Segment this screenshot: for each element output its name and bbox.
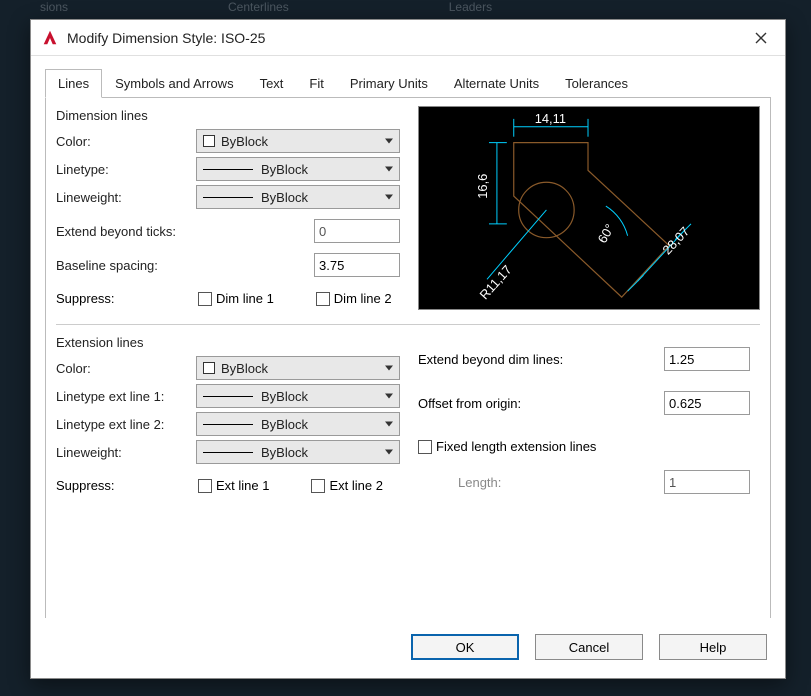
- offset-origin-label: Offset from origin:: [418, 386, 654, 411]
- cancel-button[interactable]: Cancel: [535, 634, 643, 660]
- dim-linetype-dropdown[interactable]: ByBlock: [196, 157, 400, 181]
- fixed-length-checkbox[interactable]: Fixed length extension lines: [418, 439, 760, 454]
- dim-lineweight-dropdown[interactable]: ByBlock: [196, 185, 400, 209]
- baseline-spacing-spinner[interactable]: ▲▼: [314, 253, 400, 277]
- chevron-down-icon: [385, 450, 393, 455]
- help-button[interactable]: Help: [659, 634, 767, 660]
- dialog-button-row: OK Cancel Help: [31, 618, 785, 678]
- chevron-down-icon: [385, 195, 393, 200]
- close-button[interactable]: [747, 24, 775, 52]
- tab-symbols-arrows[interactable]: Symbols and Arrows: [102, 69, 247, 98]
- window-title: Modify Dimension Style: ISO-25: [67, 30, 747, 46]
- extension-lines-legend: Extension lines: [56, 335, 400, 350]
- tab-tolerances[interactable]: Tolerances: [552, 69, 641, 98]
- tab-text[interactable]: Text: [247, 69, 297, 98]
- linetype-label: Linetype:: [56, 162, 196, 177]
- extend-beyond-label: Extend beyond dim lines:: [418, 352, 654, 367]
- length-spinner: ▲▼: [664, 470, 750, 494]
- length-input: [665, 471, 785, 493]
- lineweight-preview-icon: [203, 452, 253, 453]
- chevron-down-icon: [385, 139, 393, 144]
- extend-beyond-input[interactable]: [665, 348, 785, 370]
- checkbox-icon: [311, 479, 325, 493]
- color-swatch-icon: [203, 362, 215, 374]
- preview-dim-diag: 28,07: [659, 224, 692, 258]
- suppress-label: Suppress:: [56, 291, 156, 306]
- tab-alternate-units[interactable]: Alternate Units: [441, 69, 552, 98]
- ext-color-dropdown[interactable]: ByBlock: [196, 356, 400, 380]
- linetype-preview-icon: [203, 396, 253, 397]
- tab-fit[interactable]: Fit: [296, 69, 336, 98]
- tab-panel-lines: Dimension lines Color: ByBlock Linetype:: [45, 98, 771, 618]
- preview-dim-left: 16,6: [475, 174, 490, 199]
- preview-dim-top: 14,11: [535, 111, 566, 126]
- checkbox-icon: [418, 440, 432, 454]
- suppress-dimline2-checkbox[interactable]: Dim line 2: [316, 291, 392, 306]
- ext-ltype1-dropdown[interactable]: ByBlock: [196, 384, 400, 408]
- lineweight-preview-icon: [203, 197, 253, 198]
- preview-dim-angle: 60°: [595, 221, 618, 245]
- linetype-preview-icon: [203, 169, 253, 170]
- checkbox-icon: [198, 292, 212, 306]
- ok-button[interactable]: OK: [411, 634, 519, 660]
- chevron-down-icon: [385, 167, 393, 172]
- background-ribbon: sions Centerlines Leaders: [0, 0, 811, 12]
- suppress-extline1-checkbox[interactable]: Ext line 1: [198, 478, 269, 493]
- offset-origin-input[interactable]: [665, 392, 785, 414]
- color-swatch-icon: [203, 135, 215, 147]
- ext-ltype1-label: Linetype ext line 1:: [56, 389, 196, 404]
- checkbox-icon: [316, 292, 330, 306]
- baseline-spacing-label: Baseline spacing:: [56, 258, 314, 273]
- dimension-lines-section: Dimension lines Color: ByBlock Linetype:: [56, 106, 760, 310]
- extend-ticks-spinner: ▲▼: [314, 219, 400, 243]
- ext-ltype2-label: Linetype ext line 2:: [56, 417, 196, 432]
- chevron-down-icon: [385, 394, 393, 399]
- dialog-content: Lines Symbols and Arrows Text Fit Primar…: [31, 56, 785, 618]
- preview-dim-radius: R11,17: [476, 262, 514, 302]
- autocad-logo-icon: [41, 29, 59, 47]
- dimension-preview: 14,11 16,6 28,07 60° R11,17: [418, 106, 760, 310]
- chevron-down-icon: [385, 422, 393, 427]
- tab-lines[interactable]: Lines: [45, 69, 102, 98]
- checkbox-icon: [198, 479, 212, 493]
- suppress-dimline1-checkbox[interactable]: Dim line 1: [198, 291, 274, 306]
- color-label: Color:: [56, 134, 196, 149]
- offset-origin-spinner[interactable]: ▲▼: [664, 391, 750, 415]
- linetype-preview-icon: [203, 424, 253, 425]
- length-label: Length:: [418, 469, 654, 490]
- close-icon: [755, 32, 767, 44]
- dim-color-dropdown[interactable]: ByBlock: [196, 129, 400, 153]
- extension-lines-section: Extension lines Color: ByBlock Linetype …: [56, 333, 760, 494]
- ext-lineweight-label: Lineweight:: [56, 445, 196, 460]
- ext-lineweight-dropdown[interactable]: ByBlock: [196, 440, 400, 464]
- lineweight-label: Lineweight:: [56, 190, 196, 205]
- ext-ltype2-dropdown[interactable]: ByBlock: [196, 412, 400, 436]
- dimension-lines-legend: Dimension lines: [56, 108, 400, 123]
- ext-suppress-label: Suppress:: [56, 478, 156, 493]
- tabstrip: Lines Symbols and Arrows Text Fit Primar…: [45, 68, 771, 98]
- section-divider: [56, 324, 760, 325]
- suppress-extline2-checkbox[interactable]: Ext line 2: [311, 478, 382, 493]
- tab-primary-units[interactable]: Primary Units: [337, 69, 441, 98]
- ext-color-label: Color:: [56, 361, 196, 376]
- modify-dim-style-dialog: Modify Dimension Style: ISO-25 Lines Sym…: [30, 19, 786, 679]
- chevron-down-icon: [385, 366, 393, 371]
- extend-ticks-label: Extend beyond ticks:: [56, 224, 314, 239]
- titlebar: Modify Dimension Style: ISO-25: [31, 20, 785, 56]
- extend-beyond-spinner[interactable]: ▲▼: [664, 347, 750, 371]
